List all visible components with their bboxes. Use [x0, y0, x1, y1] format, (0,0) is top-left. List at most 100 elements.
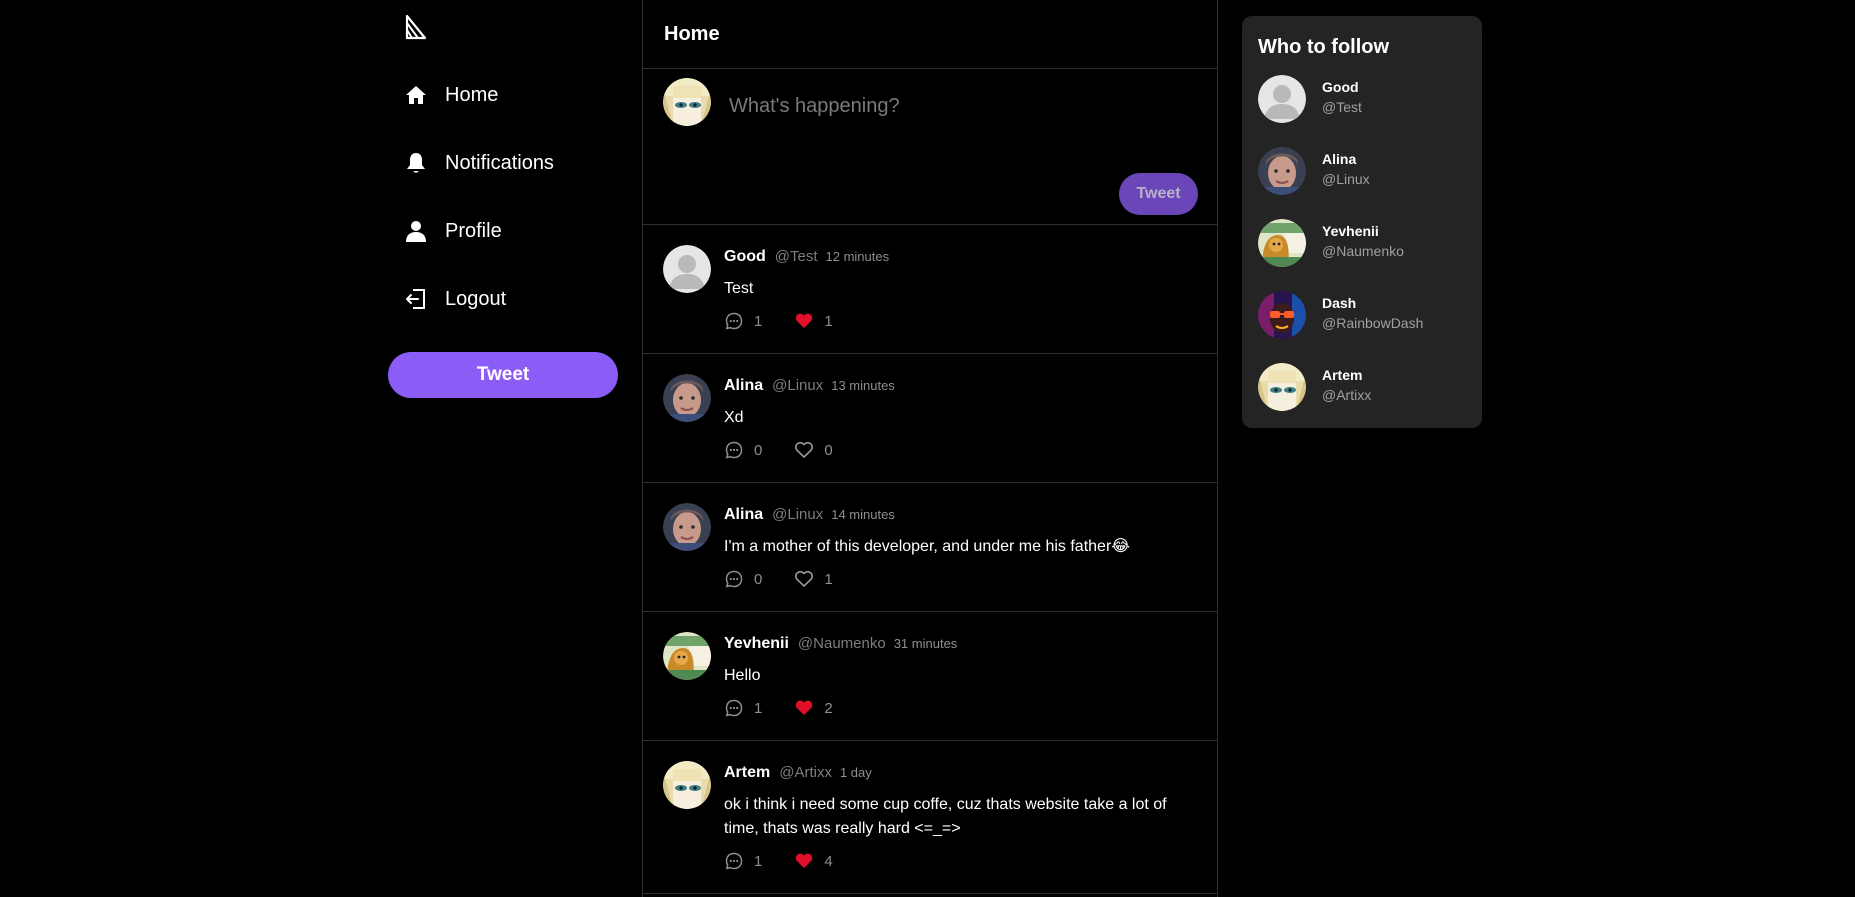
- sidebar-item-notifications[interactable]: Notifications: [404, 143, 554, 183]
- post[interactable]: Alina @Linux 13 minutes Xd 0 0: [643, 354, 1217, 483]
- who-to-follow-panel: Who to follow Good @Test Alina @Linux Ye…: [1242, 16, 1482, 428]
- bell-icon: [404, 151, 428, 175]
- like-button[interactable]: 2: [794, 698, 833, 718]
- suggestion-name[interactable]: Dash: [1322, 295, 1356, 311]
- avatar[interactable]: [1258, 363, 1306, 411]
- follow-suggestion[interactable]: Dash @RainbowDash: [1258, 291, 1468, 341]
- post-author-handle[interactable]: @Artixx: [779, 764, 832, 781]
- post-text: Xd: [724, 409, 744, 426]
- suggestion-handle: @Linux: [1322, 171, 1370, 187]
- like-count: 0: [824, 441, 833, 459]
- sidebar-item-label: Logout: [445, 287, 507, 310]
- post-text: I'm a mother of this developer, and unde…: [724, 538, 1130, 555]
- avatar[interactable]: [663, 374, 711, 422]
- like-button[interactable]: 4: [794, 851, 833, 871]
- post[interactable]: Alina @Linux 14 minutes I'm a mother of …: [643, 483, 1217, 612]
- sidebar-item-label: Profile: [445, 219, 502, 242]
- feed-header: Home: [643, 0, 1217, 69]
- page-title: Home: [664, 22, 720, 45]
- sidebar-tweet-button[interactable]: Tweet: [388, 352, 618, 398]
- sidebar-item-label: Notifications: [445, 151, 554, 174]
- comment-icon: [724, 851, 744, 871]
- home-icon: [404, 83, 428, 107]
- like-button[interactable]: 0: [794, 440, 833, 460]
- like-count: 1: [824, 312, 833, 330]
- sidebar-item-label: Home: [445, 83, 499, 106]
- suggestion-handle: @RainbowDash: [1322, 315, 1424, 331]
- like-button[interactable]: 1: [794, 569, 833, 589]
- avatar[interactable]: [1258, 147, 1306, 195]
- post-author-handle[interactable]: @Linux: [772, 377, 823, 394]
- comment-count: 1: [754, 852, 763, 870]
- avatar: [663, 78, 711, 126]
- app-logo-icon[interactable]: [404, 14, 428, 40]
- comment-button[interactable]: 1: [724, 311, 762, 331]
- comment-button[interactable]: 0: [724, 569, 762, 589]
- like-count: 4: [824, 852, 833, 870]
- comment-button[interactable]: 1: [724, 698, 762, 718]
- comment-icon: [724, 311, 744, 331]
- logout-icon: [404, 287, 428, 311]
- follow-suggestion[interactable]: Good @Test: [1258, 75, 1468, 125]
- who-to-follow-title: Who to follow: [1258, 36, 1390, 58]
- comment-count: 0: [754, 570, 763, 588]
- avatar[interactable]: [1258, 291, 1306, 339]
- post-author-name[interactable]: Alina: [724, 506, 763, 524]
- avatar[interactable]: [663, 245, 711, 293]
- post-timestamp: 12 minutes: [825, 249, 890, 264]
- compose-tweet-button[interactable]: Tweet: [1119, 173, 1198, 215]
- like-count: 1: [824, 570, 833, 588]
- post-author-name[interactable]: Artem: [724, 764, 770, 782]
- sidebar-item-profile[interactable]: Profile: [404, 211, 502, 251]
- heart-outline-icon: [794, 440, 814, 460]
- follow-suggestion[interactable]: Yevhenii @Naumenko: [1258, 219, 1468, 269]
- heart-outline-icon: [794, 569, 814, 589]
- post-timestamp: 13 minutes: [831, 378, 895, 393]
- post-timestamp: 31 minutes: [893, 636, 958, 651]
- post-author-handle[interactable]: @Test: [775, 248, 818, 265]
- comment-count: 0: [754, 441, 763, 459]
- post-text: Test: [724, 280, 754, 297]
- post-timestamp: 1 day: [839, 765, 872, 780]
- comment-count: 1: [754, 312, 763, 330]
- comment-icon: [724, 569, 744, 589]
- heart-filled-icon: [794, 311, 814, 331]
- tweet-composer: Tweet: [643, 69, 1217, 225]
- sidebar-item-home[interactable]: Home: [404, 75, 498, 115]
- post[interactable]: Good @Test 12 minutes Test 1 1: [643, 225, 1217, 354]
- suggestion-name[interactable]: Good: [1322, 79, 1359, 95]
- like-count: 2: [824, 699, 833, 717]
- suggestion-handle: @Artixx: [1322, 387, 1372, 403]
- avatar[interactable]: [1258, 75, 1306, 123]
- avatar[interactable]: [1258, 219, 1306, 267]
- post-author-name[interactable]: Yevhenii: [724, 635, 789, 653]
- post-author-handle[interactable]: @Linux: [772, 506, 823, 523]
- avatar[interactable]: [663, 503, 711, 551]
- compose-input[interactable]: [727, 85, 1191, 127]
- comment-icon: [724, 698, 744, 718]
- main-feed: Home Tweet Good @Test 12 minutes Test 1 …: [642, 0, 1218, 897]
- post[interactable]: Yevhenii @Naumenko 31 minutes Hello 1 2: [643, 612, 1217, 741]
- avatar[interactable]: [663, 761, 711, 809]
- post-author-handle[interactable]: @Naumenko: [798, 635, 886, 652]
- suggestion-handle: @Test: [1322, 99, 1362, 115]
- heart-filled-icon: [794, 698, 814, 718]
- suggestion-name[interactable]: Yevhenii: [1322, 223, 1379, 239]
- user-icon: [404, 219, 428, 243]
- post-author-name[interactable]: Alina: [724, 377, 763, 395]
- suggestion-name[interactable]: Artem: [1322, 367, 1362, 383]
- comment-button[interactable]: 0: [724, 440, 762, 460]
- post-timestamp: 14 minutes: [831, 507, 895, 522]
- follow-suggestion[interactable]: Alina @Linux: [1258, 147, 1468, 197]
- suggestion-handle: @Naumenko: [1322, 243, 1404, 259]
- post-text: Hello: [724, 667, 761, 684]
- sidebar-item-logout[interactable]: Logout: [404, 279, 506, 319]
- post[interactable]: Artem @Artixx 1 day ok i think i need so…: [643, 741, 1217, 894]
- avatar[interactable]: [663, 632, 711, 680]
- post-author-name[interactable]: Good: [724, 248, 766, 266]
- like-button[interactable]: 1: [794, 311, 833, 331]
- suggestion-name[interactable]: Alina: [1322, 151, 1356, 167]
- comment-button[interactable]: 1: [724, 851, 762, 871]
- follow-suggestion[interactable]: Artem @Artixx: [1258, 363, 1468, 413]
- post-text: ok i think i need some cup coffe, cuz th…: [724, 796, 1167, 837]
